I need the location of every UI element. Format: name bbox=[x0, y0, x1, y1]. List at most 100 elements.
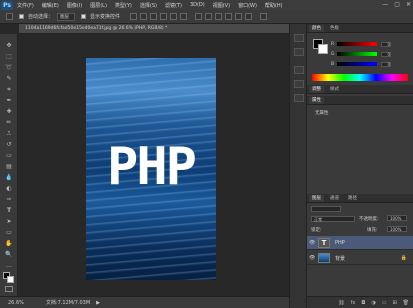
info-panel-icon[interactable] bbox=[294, 80, 304, 88]
visibility-eye-icon[interactable]: 👁 bbox=[309, 255, 315, 261]
blend-mode-dropdown[interactable]: 正常 bbox=[311, 216, 355, 222]
tools-panel: ✥ ⬚ ➰ ✎ ⌗ ✒ ✚ ✏ ⎍ ↺ ▭ ▤ 💧 ◐ ✑ T ➤ ▭ ✋ 🔍 … bbox=[0, 34, 18, 296]
quick-mask-icon[interactable] bbox=[5, 286, 13, 292]
layer-style-icon[interactable]: fx bbox=[351, 300, 356, 306]
move-tool-icon[interactable]: ✥ bbox=[4, 42, 14, 49]
gradient-tool-icon[interactable]: ▤ bbox=[4, 163, 14, 170]
zoom-tool-icon[interactable]: 🔍 bbox=[4, 251, 14, 258]
opacity-label: 不透明度: bbox=[359, 217, 379, 222]
new-layer-icon[interactable]: ⊞ bbox=[392, 300, 396, 306]
zoom-level[interactable]: 26.6% bbox=[8, 300, 24, 306]
auto-select-checkbox[interactable] bbox=[19, 14, 24, 19]
delete-layer-icon[interactable]: 🗑 bbox=[403, 300, 409, 306]
adjustment-layer-icon[interactable]: ◑ bbox=[371, 300, 375, 306]
menu-window[interactable]: 窗口(W) bbox=[234, 2, 261, 9]
align-hcenter-icon[interactable] bbox=[170, 13, 178, 20]
red-value[interactable]: 0 bbox=[381, 41, 391, 47]
shape-tool-icon[interactable]: ▭ bbox=[4, 229, 14, 236]
menu-filter[interactable]: 滤镜(T) bbox=[161, 2, 186, 9]
distribute-right-icon[interactable] bbox=[245, 13, 253, 20]
canvas-area[interactable]: PHP bbox=[19, 34, 289, 296]
status-arrow-icon[interactable]: ▶ bbox=[96, 300, 100, 306]
tab-swatches[interactable]: 色板 bbox=[327, 25, 342, 32]
menu-help[interactable]: 帮助(H) bbox=[261, 2, 287, 9]
hand-tool-icon[interactable]: ✋ bbox=[4, 240, 14, 247]
dodge-tool-icon[interactable]: ◐ bbox=[4, 185, 14, 192]
healing-tool-icon[interactable]: ✚ bbox=[4, 108, 14, 115]
tab-channels[interactable]: 通道 bbox=[327, 195, 342, 202]
opacity-input[interactable]: 100% bbox=[387, 215, 407, 221]
green-value[interactable]: 0 bbox=[381, 51, 391, 57]
blue-slider[interactable] bbox=[337, 62, 377, 66]
distribute-left-icon[interactable] bbox=[225, 13, 233, 20]
type-tool-icon[interactable]: T bbox=[4, 207, 14, 214]
document-image[interactable]: PHP bbox=[86, 58, 216, 280]
document-tab[interactable]: 1104a1169d6fcfad50e15e40ea71f.jpg @ 26.6… bbox=[19, 24, 289, 34]
show-transform-checkbox[interactable] bbox=[81, 14, 87, 19]
distribute-bottom-icon[interactable] bbox=[215, 13, 223, 20]
menu-image[interactable]: 图像(I) bbox=[63, 2, 86, 9]
align-top-icon[interactable] bbox=[130, 13, 138, 20]
color-spectrum-bar[interactable] bbox=[312, 74, 408, 81]
menu-edit[interactable]: 编辑(E) bbox=[38, 2, 63, 9]
layer-filter-dropdown[interactable] bbox=[311, 206, 341, 212]
background-color-swatch[interactable] bbox=[7, 276, 14, 283]
align-right-icon[interactable] bbox=[180, 13, 188, 20]
menu-view[interactable]: 视图(V) bbox=[209, 2, 234, 9]
marquee-tool-icon[interactable]: ⬚ bbox=[4, 53, 14, 60]
align-bottom-icon[interactable] bbox=[150, 13, 158, 20]
add-mask-icon[interactable]: ◘ bbox=[361, 300, 365, 306]
distribute-center-icon[interactable] bbox=[205, 13, 213, 20]
paragraph-panel-icon[interactable] bbox=[294, 94, 304, 102]
menu-type[interactable]: 类型(Y) bbox=[111, 2, 136, 9]
tab-properties[interactable]: 属性 bbox=[309, 97, 324, 104]
menu-3d[interactable]: 3D(D) bbox=[186, 2, 209, 8]
history-panel-icon[interactable] bbox=[294, 34, 304, 42]
actions-panel-icon[interactable] bbox=[294, 48, 304, 56]
distribute-hcenter-icon[interactable] bbox=[235, 13, 243, 20]
eraser-tool-icon[interactable]: ▭ bbox=[4, 152, 14, 159]
brush-tool-icon[interactable]: ✏ bbox=[4, 119, 14, 126]
auto-select-label: 自动选择： bbox=[28, 14, 54, 20]
auto-select-dropdown[interactable]: 图层 bbox=[57, 12, 76, 21]
tab-paths[interactable]: 路径 bbox=[345, 195, 360, 202]
tab-color[interactable]: 颜色 bbox=[309, 25, 324, 32]
visibility-eye-icon[interactable]: 👁 bbox=[309, 240, 315, 246]
tab-styles[interactable]: 样式 bbox=[327, 86, 342, 93]
fill-input[interactable]: 100% bbox=[387, 226, 407, 232]
pen-tool-icon[interactable]: ✑ bbox=[4, 196, 14, 203]
tab-adjustments[interactable]: 调整 bbox=[309, 86, 324, 93]
move-tool-icon[interactable] bbox=[6, 13, 13, 20]
menu-select[interactable]: 选择(S) bbox=[136, 2, 161, 9]
properties-panel-icon[interactable] bbox=[294, 66, 304, 74]
new-group-icon[interactable]: ▭ bbox=[382, 300, 387, 306]
green-slider[interactable] bbox=[337, 52, 377, 56]
text-layer-thumb-icon: T bbox=[318, 238, 330, 248]
close-button[interactable]: ✕ bbox=[406, 1, 411, 8]
clone-stamp-tool-icon[interactable]: ⎍ bbox=[4, 130, 14, 137]
maximize-button[interactable]: ▢ bbox=[394, 1, 400, 8]
layer-row-php[interactable]: 👁 T PHP bbox=[307, 236, 413, 250]
menu-file[interactable]: 文件(F) bbox=[13, 2, 38, 9]
align-vcenter-icon[interactable] bbox=[140, 13, 148, 20]
adjustments-panel-tabs: 调整 样式 bbox=[307, 85, 413, 94]
blue-value[interactable]: 0 bbox=[381, 61, 391, 67]
menu-layer[interactable]: 图层(L) bbox=[86, 2, 111, 9]
align-left-icon[interactable] bbox=[160, 13, 168, 20]
eyedropper-tool-icon[interactable]: ✒ bbox=[4, 97, 14, 104]
color-background-swatch[interactable] bbox=[318, 44, 328, 54]
crop-tool-icon[interactable]: ⌗ bbox=[4, 86, 14, 93]
history-brush-tool-icon[interactable]: ↺ bbox=[4, 141, 14, 148]
blur-tool-icon[interactable]: 💧 bbox=[4, 174, 14, 181]
layer-row-background[interactable]: 👁 背景 🔒 bbox=[307, 251, 413, 265]
quick-select-tool-icon[interactable]: ✎ bbox=[4, 75, 14, 82]
extra-tools-icon[interactable]: … bbox=[4, 262, 14, 269]
red-slider[interactable] bbox=[337, 42, 377, 46]
auto-align-icon[interactable] bbox=[260, 13, 268, 20]
lasso-tool-icon[interactable]: ➰ bbox=[4, 64, 14, 71]
distribute-top-icon[interactable] bbox=[195, 13, 203, 20]
link-layers-icon[interactable]: ⛓ bbox=[338, 300, 344, 306]
tab-layers[interactable]: 图层 bbox=[309, 195, 324, 202]
minimize-button[interactable]: — bbox=[382, 1, 388, 8]
path-select-tool-icon[interactable]: ➤ bbox=[4, 218, 14, 225]
